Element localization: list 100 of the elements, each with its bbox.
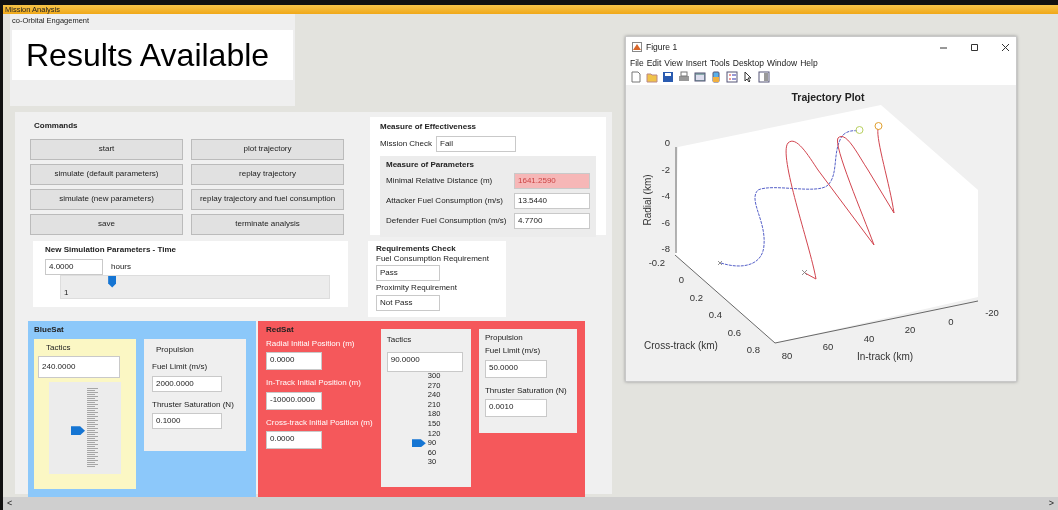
menu-item[interactable]: View bbox=[664, 57, 683, 69]
text-field[interactable]: 4.0000 bbox=[45, 258, 103, 275]
slider-label: 1 bbox=[64, 288, 69, 297]
text-field[interactable]: Not Pass bbox=[376, 294, 440, 311]
menu-item[interactable]: Edit bbox=[646, 57, 662, 69]
status-display: Results Available bbox=[12, 30, 293, 80]
field-label: Thruster Saturation (N) bbox=[484, 385, 568, 396]
tick-label: -20 bbox=[985, 307, 999, 318]
field-label: Thruster Saturation (N) bbox=[152, 399, 235, 410]
text-field[interactable]: 13.5440 bbox=[514, 193, 590, 210]
menu-item[interactable]: Desktop bbox=[732, 57, 764, 69]
tick-label: 20 bbox=[904, 324, 916, 336]
tick-label: -2 bbox=[661, 163, 670, 175]
text-field[interactable]: 0.0000 bbox=[266, 431, 322, 450]
slider-track[interactable] bbox=[49, 382, 121, 475]
text-field[interactable]: 0.0010 bbox=[484, 399, 547, 418]
axis-label: In-track (km) bbox=[856, 351, 914, 362]
panel-title: New Simulation Parameters - Time bbox=[45, 245, 177, 255]
text-field[interactable]: 90.0000 bbox=[386, 352, 463, 373]
panel-icon[interactable] bbox=[758, 71, 770, 83]
legend-icon[interactable] bbox=[726, 71, 738, 83]
menu-item[interactable]: Tools bbox=[709, 57, 730, 69]
menu-item[interactable]: Insert bbox=[685, 57, 707, 69]
tick-label: 80 bbox=[781, 350, 793, 361]
panel-title: Measure of Parameters bbox=[386, 159, 476, 170]
field-label: Cross-track Initial Position (m) bbox=[266, 417, 373, 428]
folder-icon[interactable] bbox=[646, 71, 658, 83]
text-field[interactable]: 0.1000 bbox=[152, 413, 222, 430]
panel-title: Measure of Effectiveness bbox=[380, 122, 478, 132]
scroll-right-arrow[interactable]: > bbox=[1048, 497, 1054, 510]
panel-title: Tactics bbox=[46, 342, 72, 353]
command-button[interactable]: start bbox=[30, 138, 183, 160]
field-label: Fuel Limit (m/s) bbox=[152, 362, 209, 372]
command-button[interactable]: replay trajectory and fuel consumption bbox=[191, 188, 344, 210]
panel-title: Commands bbox=[34, 121, 79, 131]
command-button[interactable]: replay trajectory bbox=[191, 163, 344, 185]
panel-title: Propulsion bbox=[156, 344, 195, 355]
scrollbar[interactable]: < > bbox=[3, 497, 1058, 510]
field-label: Proximity Requirement bbox=[376, 283, 458, 293]
axis-label: Radial (km) bbox=[642, 174, 653, 226]
colorbar-icon[interactable] bbox=[710, 71, 722, 83]
text-field[interactable]: Pass bbox=[376, 265, 440, 282]
text-field[interactable]: 240.0000 bbox=[38, 356, 120, 379]
panel-title: RedSat bbox=[266, 325, 295, 335]
tick-marks-icon bbox=[87, 388, 99, 469]
text-field[interactable]: 2000.0000 bbox=[152, 375, 222, 392]
text-field[interactable]: 4.7700 bbox=[514, 213, 590, 230]
tick-label: 0.6 bbox=[727, 326, 741, 338]
tick-label: -8 bbox=[661, 243, 670, 254]
field-label: In-Track Initial Position (m) bbox=[266, 378, 362, 388]
tick-label: -4 bbox=[661, 190, 670, 201]
tick-label: 0 bbox=[948, 315, 954, 327]
tick-label: 0 bbox=[664, 137, 670, 148]
panel-title: Tactics bbox=[386, 334, 413, 345]
close-icon[interactable] bbox=[1001, 42, 1010, 52]
tick-label: 0.8 bbox=[746, 344, 760, 355]
slider-thumb[interactable] bbox=[108, 275, 117, 288]
scroll-left-arrow[interactable]: < bbox=[7, 497, 13, 510]
field-label: Minimal Relative Distance (m) bbox=[386, 176, 493, 186]
menu-item[interactable]: Window bbox=[766, 57, 798, 69]
command-button[interactable]: simulate (new parameters) bbox=[30, 188, 183, 210]
slider-thumb[interactable] bbox=[71, 426, 85, 436]
tick-label: 40 bbox=[863, 332, 875, 344]
field-label: Mission Check bbox=[380, 138, 432, 149]
tick-label: -0.2 bbox=[648, 257, 665, 268]
command-button[interactable]: save bbox=[30, 213, 183, 235]
field-label: Fuel Limit (m/s) bbox=[484, 346, 542, 356]
print-icon[interactable] bbox=[678, 71, 690, 83]
unit-label: hours bbox=[111, 261, 131, 272]
new-file-icon[interactable] bbox=[630, 71, 642, 83]
tick-label: 0.2 bbox=[689, 291, 703, 303]
slider-thumb[interactable] bbox=[411, 439, 426, 448]
figure-title: Figure 1 bbox=[646, 41, 679, 53]
field-label: Fuel Consumption Requirement bbox=[376, 253, 490, 264]
app-icon bbox=[632, 42, 642, 52]
field-label: Defender Fuel Consumption (m/s) bbox=[386, 216, 507, 226]
command-button[interactable]: terminate analysis bbox=[191, 213, 344, 235]
menu-item[interactable]: Help bbox=[800, 57, 818, 69]
axis-label: Cross-track (km) bbox=[644, 340, 718, 351]
field-label: Attacker Fuel Consumption (m/s) bbox=[386, 196, 503, 206]
text-field[interactable]: 50.0000 bbox=[484, 359, 547, 378]
tick-label: 60 bbox=[822, 341, 834, 353]
tick-label: 0.4 bbox=[708, 309, 722, 321]
maximize-icon[interactable] bbox=[970, 42, 979, 52]
command-button[interactable]: plot trajectory bbox=[191, 138, 344, 160]
text-field[interactable]: Fail bbox=[436, 135, 516, 152]
menu-item[interactable]: File bbox=[630, 57, 644, 69]
panel-title: BlueSat bbox=[34, 325, 65, 335]
slider-track[interactable]: 1 bbox=[60, 274, 330, 299]
text-field[interactable]: 0.0000 bbox=[266, 352, 322, 371]
tick-label: 0 bbox=[678, 274, 684, 286]
pointer-icon[interactable] bbox=[742, 71, 754, 83]
window-icon[interactable] bbox=[694, 71, 706, 83]
panel-title: Propulsion bbox=[484, 332, 524, 343]
text-field[interactable]: -10000.0000 bbox=[266, 391, 322, 410]
save-icon[interactable] bbox=[662, 71, 674, 83]
panel-title: Requirements Check bbox=[376, 244, 457, 254]
chart-title: Trajectory Plot bbox=[791, 91, 865, 103]
field-label: Radial Initial Position (m) bbox=[266, 338, 356, 349]
command-button[interactable]: simulate (default parameters) bbox=[30, 163, 183, 185]
